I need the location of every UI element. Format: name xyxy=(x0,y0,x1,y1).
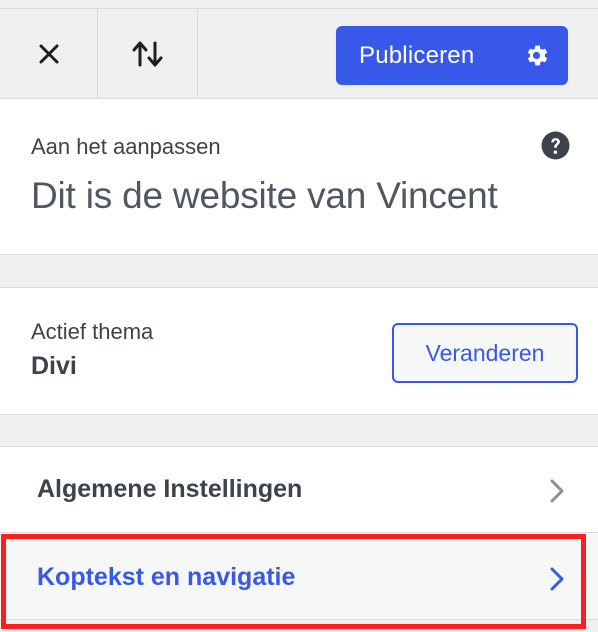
help-icon[interactable] xyxy=(541,131,570,160)
menu-item-label: Algemene Instellingen xyxy=(37,475,303,503)
active-theme-panel: Actief thema Divi Veranderen xyxy=(0,287,598,415)
customizer-toolbar: Publiceren xyxy=(0,8,598,99)
active-theme-name: Divi xyxy=(31,352,77,380)
customizing-label: Aan het aanpassen xyxy=(31,134,221,159)
change-theme-button[interactable]: Veranderen xyxy=(392,323,578,383)
site-info-panel: Aan het aanpassen Dit is de website van … xyxy=(0,99,598,255)
reorder-arrows-icon xyxy=(131,40,165,68)
publish-label: Publiceren xyxy=(359,41,475,69)
gear-icon[interactable] xyxy=(523,42,550,69)
menu-item-header-navigation[interactable]: Koptekst en navigatie xyxy=(0,533,598,620)
reorder-button[interactable] xyxy=(98,9,198,99)
close-icon xyxy=(38,43,60,65)
chevron-right-icon xyxy=(547,565,567,598)
close-customizer-button[interactable] xyxy=(0,9,98,99)
chevron-right-icon xyxy=(547,477,567,510)
menu-item-general-settings[interactable]: Algemene Instellingen xyxy=(0,446,598,533)
active-theme-label: Actief thema xyxy=(31,319,154,344)
publish-button[interactable]: Publiceren xyxy=(336,26,568,85)
site-title: Dit is de website van Vincent xyxy=(31,175,498,216)
menu-item-label: Koptekst en navigatie xyxy=(37,563,296,591)
